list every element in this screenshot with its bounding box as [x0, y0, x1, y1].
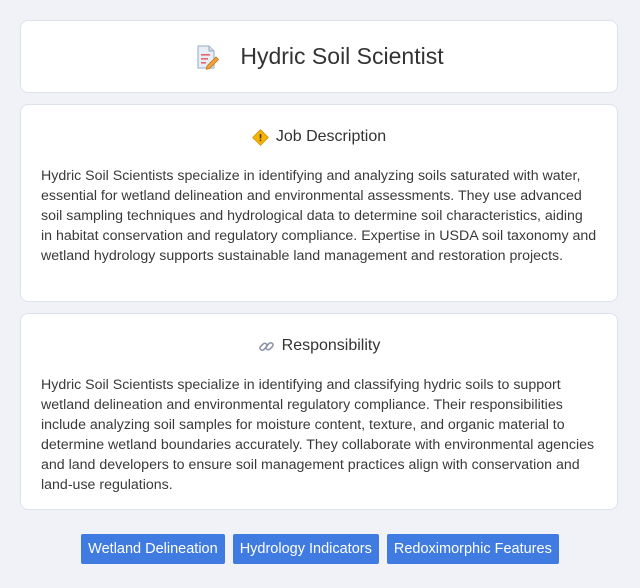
tag-list: Wetland Delineation Hydrology Indicators…: [0, 534, 640, 564]
job-description-text: Hydric Soil Scientists specialize in ide…: [41, 168, 597, 264]
responsibility-title: Responsibility: [281, 337, 381, 354]
job-description-title: Job Description: [275, 128, 387, 145]
tag-hydrology-indicators[interactable]: Hydrology Indicators: [232, 534, 379, 564]
responsibility-card: Responsibility Hydric Soil Scientists sp…: [20, 313, 618, 510]
responsibility-text: Hydric Soil Scientists specialize in ide…: [41, 377, 595, 493]
diamond-warning-icon: [252, 128, 269, 146]
responsibility-heading: Responsibility: [41, 336, 597, 356]
tag-redoximorphic-features[interactable]: Redoximorphic Features: [386, 534, 559, 564]
job-description-heading: Job Description: [41, 127, 597, 147]
tag-wetland-delineation[interactable]: Wetland Delineation: [81, 534, 225, 564]
job-description-card: Job Description Hydric Soil Scientists s…: [20, 104, 618, 302]
title-card: Hydric Soil Scientist: [20, 20, 618, 93]
document-pencil-icon: [197, 45, 220, 70]
page-title: Hydric Soil Scientist: [240, 43, 444, 69]
link-icon: [258, 341, 274, 351]
